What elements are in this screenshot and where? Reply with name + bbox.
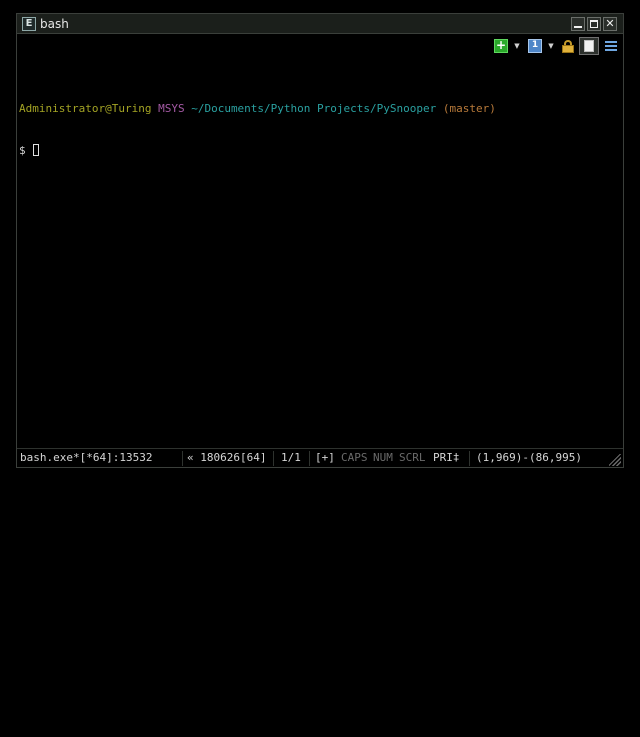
status-build: « 180626[64]	[187, 451, 267, 464]
text-cursor	[33, 144, 40, 156]
minimize-button[interactable]	[571, 17, 585, 31]
menu-icon[interactable]	[604, 39, 618, 53]
app-icon[interactable]: E	[22, 17, 36, 31]
split-panes-icon[interactable]	[579, 37, 599, 55]
close-button[interactable]: ✕	[603, 17, 617, 31]
window-title: bash	[40, 17, 69, 31]
status-divider	[309, 451, 310, 466]
status-bar: bash.exe*[*64]:13532 « 180626[64] 1/1 [+…	[17, 448, 623, 467]
terminal-output[interactable]: Administrator@Turing MSYS ~/Documents/Py…	[19, 74, 619, 186]
prompt-user: Administrator@Turing	[19, 102, 152, 115]
status-scrl: SCRL	[399, 451, 426, 464]
status-pri[interactable]: PRI‡	[433, 449, 460, 467]
status-divider	[469, 451, 470, 466]
status-divider	[273, 451, 274, 466]
status-plus[interactable]: [+]	[315, 449, 335, 467]
console-window: E bash ✕ + ▼ 1 ▼ Administrator@Turing MS…	[16, 13, 624, 468]
prompt-branch: (master)	[442, 102, 496, 115]
maximize-button[interactable]	[587, 17, 601, 31]
prompt-symbol: $	[19, 144, 26, 157]
status-process[interactable]: bash.exe*[*64]:13532	[20, 449, 152, 467]
lock-icon[interactable]	[562, 40, 574, 53]
prompt-path: ~/Documents/Python Projects/PySnooper	[191, 102, 437, 115]
new-console-dropdown-icon[interactable]: ▼	[513, 39, 521, 53]
prompt-system: MSYS	[158, 102, 185, 115]
prompt-line: Administrator@Turing MSYS ~/Documents/Py…	[19, 102, 619, 116]
tabs-dropdown-icon[interactable]: ▼	[547, 39, 555, 53]
resize-grip-icon[interactable]	[609, 454, 621, 466]
input-line[interactable]: $	[19, 144, 619, 158]
status-divider	[182, 451, 183, 466]
new-console-icon[interactable]: +	[494, 39, 508, 53]
status-num: NUM	[373, 451, 393, 464]
tabs-icon[interactable]: 1	[528, 39, 542, 53]
status-tabs[interactable]: 1/1	[281, 449, 301, 467]
status-coords: (1,969)-(86,995)	[476, 451, 582, 464]
title-bar[interactable]: E bash ✕	[17, 14, 623, 34]
status-caps: CAPS	[341, 451, 368, 464]
